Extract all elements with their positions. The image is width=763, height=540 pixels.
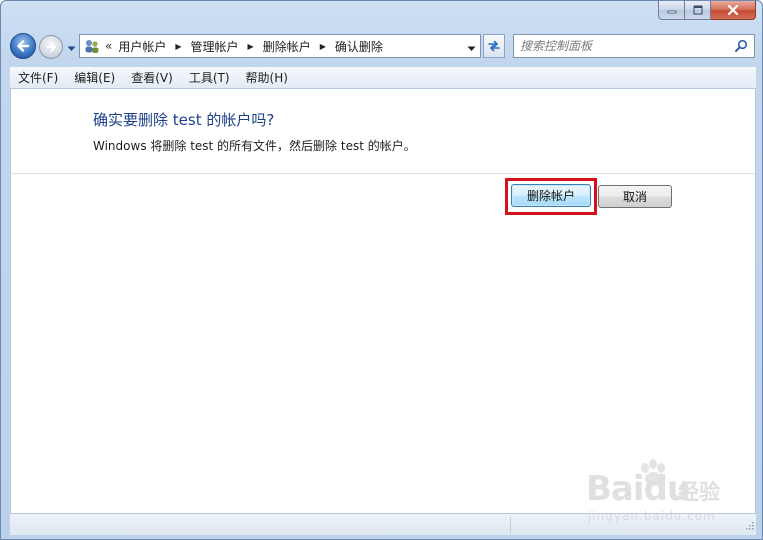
resize-grip-icon[interactable] <box>744 519 754 533</box>
menu-edit[interactable]: 编辑(E) <box>66 69 123 86</box>
breadcrumb-separator-icon[interactable]: ▶ <box>248 42 254 51</box>
control-panel-window: « 用户帐户 ▶ 管理帐户 ▶ 删除帐户 ▶ 确认删除 搜索控制面板 文件(F)… <box>0 0 763 540</box>
menu-bar: 文件(F) 编辑(E) 查看(V) 工具(T) 帮助(H) <box>10 67 756 89</box>
breadcrumb-item-manage-accounts[interactable]: 管理帐户 <box>191 38 239 55</box>
watermark-url: jingyan.baidu.com <box>588 509 716 523</box>
maximize-button[interactable] <box>685 1 711 20</box>
chevron-down-icon <box>67 46 76 51</box>
breadcrumb-separator-icon[interactable]: ▶ <box>175 42 181 51</box>
close-button[interactable] <box>711 1 756 20</box>
menu-view[interactable]: 查看(V) <box>123 69 181 86</box>
menu-tools[interactable]: 工具(T) <box>181 69 238 86</box>
page-description: Windows 将删除 test 的所有文件，然后删除 test 的帐户。 <box>93 139 416 153</box>
breadcrumb-item-confirm-delete[interactable]: 确认删除 <box>335 38 383 55</box>
watermark-logo: Baidu <box>586 469 691 509</box>
menu-help[interactable]: 帮助(H) <box>238 69 296 86</box>
address-history-dropdown[interactable] <box>467 41 476 55</box>
search-input[interactable] <box>520 36 732 56</box>
chevron-down-icon <box>467 46 476 51</box>
close-icon <box>727 5 739 15</box>
cancel-button[interactable]: 取消 <box>598 185 672 208</box>
address-bar[interactable]: « 用户帐户 ▶ 管理帐户 ▶ 删除帐户 ▶ 确认删除 <box>79 34 481 58</box>
breadcrumb-overflow-chevron[interactable]: « <box>105 39 112 53</box>
window-caption-buttons <box>658 1 756 21</box>
maximize-icon <box>693 5 702 15</box>
content-divider <box>11 173 755 174</box>
arrow-left-icon <box>17 40 30 52</box>
refresh-icon <box>488 40 500 52</box>
recent-pages-dropdown[interactable] <box>67 41 76 55</box>
back-button[interactable] <box>10 33 36 59</box>
forward-button[interactable] <box>39 35 63 59</box>
watermark-brand: 经验 <box>678 480 720 504</box>
minimize-button[interactable] <box>658 1 685 20</box>
baidu-jingyan-watermark: Baidu 经验 jingyan.baidu.com <box>586 459 736 529</box>
delete-account-button[interactable]: 删除帐户 <box>511 184 591 207</box>
navigation-bar: « 用户帐户 ▶ 管理帐户 ▶ 删除帐户 ▶ 确认删除 <box>1 31 762 63</box>
search-box[interactable] <box>513 34 755 58</box>
minimize-icon <box>667 10 676 14</box>
status-divider <box>510 517 511 533</box>
search-icon[interactable] <box>734 39 748 56</box>
breadcrumb-separator-icon[interactable]: ▶ <box>320 42 326 51</box>
breadcrumb-item-delete-account[interactable]: 删除帐户 <box>263 38 311 55</box>
breadcrumb: 用户帐户 ▶ 管理帐户 ▶ 删除帐户 ▶ 确认删除 <box>118 38 383 55</box>
refresh-button[interactable] <box>483 34 505 58</box>
menu-file[interactable]: 文件(F) <box>10 69 66 86</box>
user-accounts-icon <box>83 37 101 55</box>
main-content: 确实要删除 test 的帐户吗? Windows 将删除 test 的所有文件，… <box>10 89 756 513</box>
page-title: 确实要删除 test 的帐户吗? <box>93 111 275 129</box>
breadcrumb-item-user-accounts[interactable]: 用户帐户 <box>118 38 166 55</box>
arrow-right-icon <box>46 42 56 52</box>
